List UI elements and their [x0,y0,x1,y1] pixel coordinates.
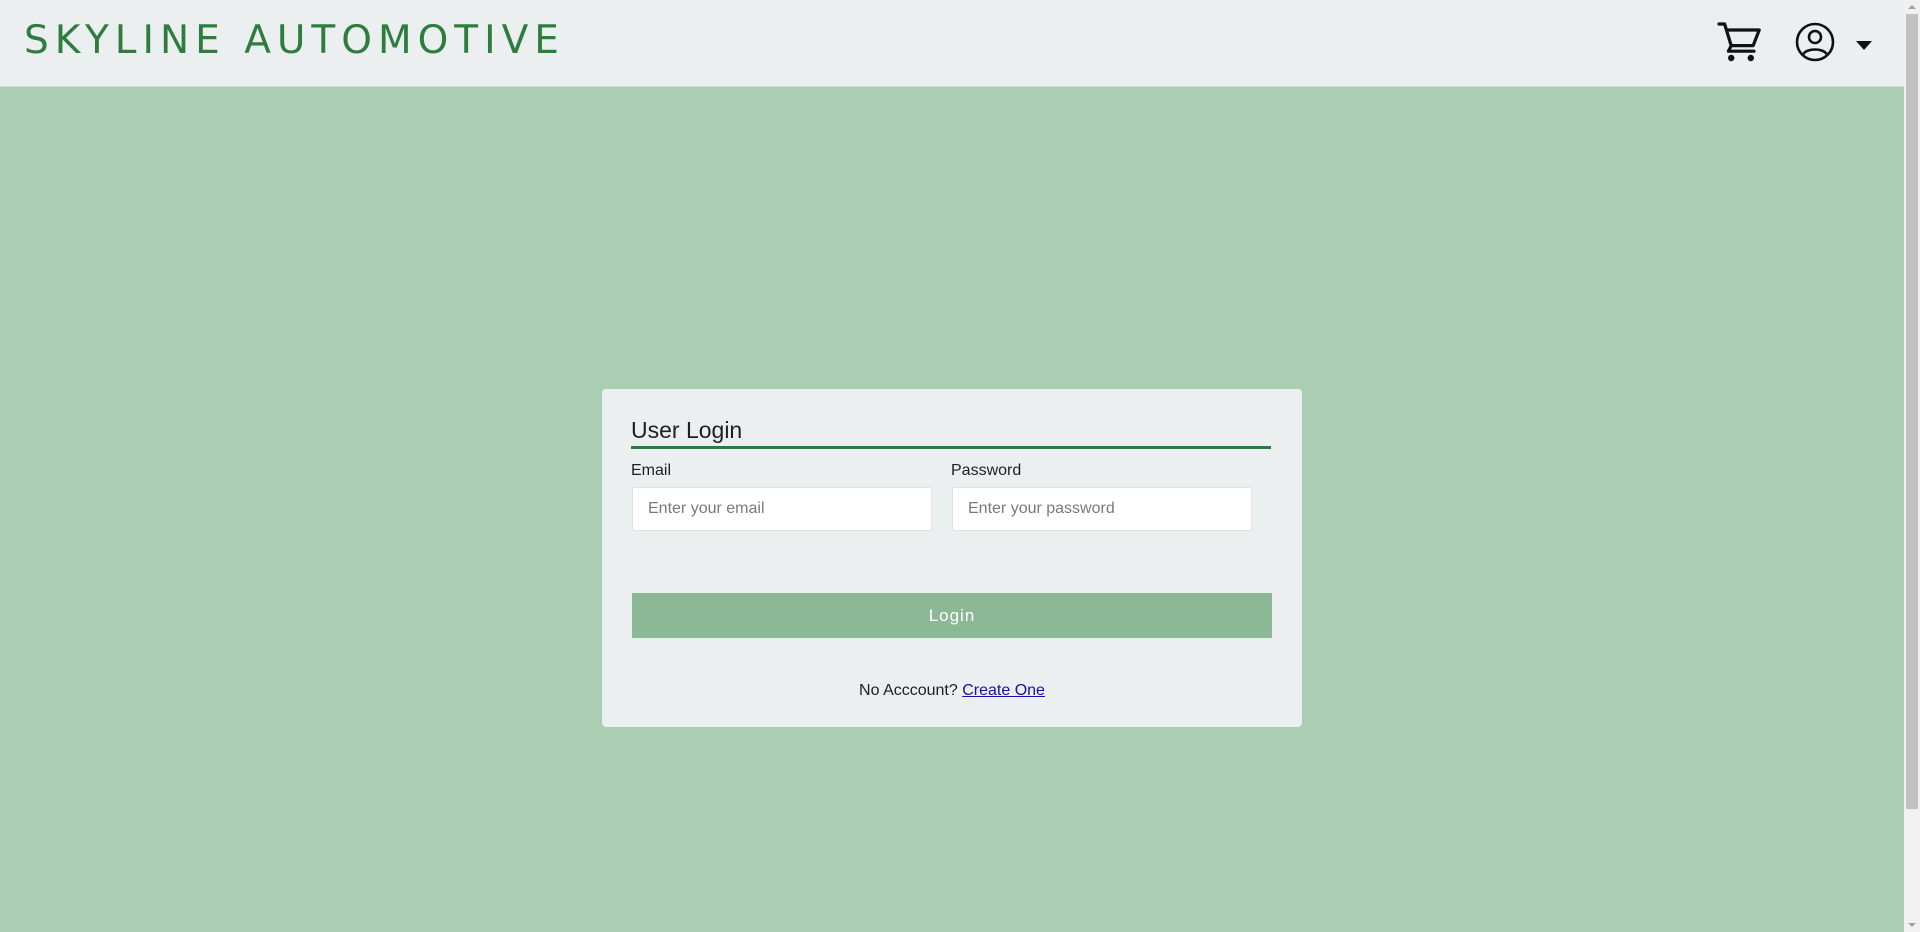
user-circle-icon [1795,22,1835,62]
create-account-link[interactable]: Create One [962,682,1045,699]
caret-down-icon [1856,41,1872,50]
scroll-down-arrow-icon[interactable] [1904,918,1920,932]
login-button[interactable]: Login [632,593,1272,638]
cart-icon [1717,22,1761,62]
login-title: User Login [631,415,1271,449]
password-label: Password [951,462,1022,479]
top-navbar: SKYLINE AUTOMOTIVE [0,0,1904,87]
email-field[interactable] [632,487,932,531]
scroll-up-arrow-icon[interactable] [1904,0,1920,14]
brand-logo-text[interactable]: SKYLINE AUTOMOTIVE [24,18,565,63]
cart-button[interactable] [1716,18,1764,66]
no-account-text: No Acccount? [859,682,958,699]
vertical-scrollbar[interactable] [1904,0,1920,932]
scrollbar-thumb[interactable] [1906,14,1918,809]
account-menu-button[interactable] [1794,21,1876,65]
login-card: User Login Email Password Login No Accco… [602,389,1302,727]
password-field[interactable] [952,487,1252,531]
create-account-prompt: No Acccount? Create One [602,682,1302,700]
email-label: Email [631,462,672,479]
